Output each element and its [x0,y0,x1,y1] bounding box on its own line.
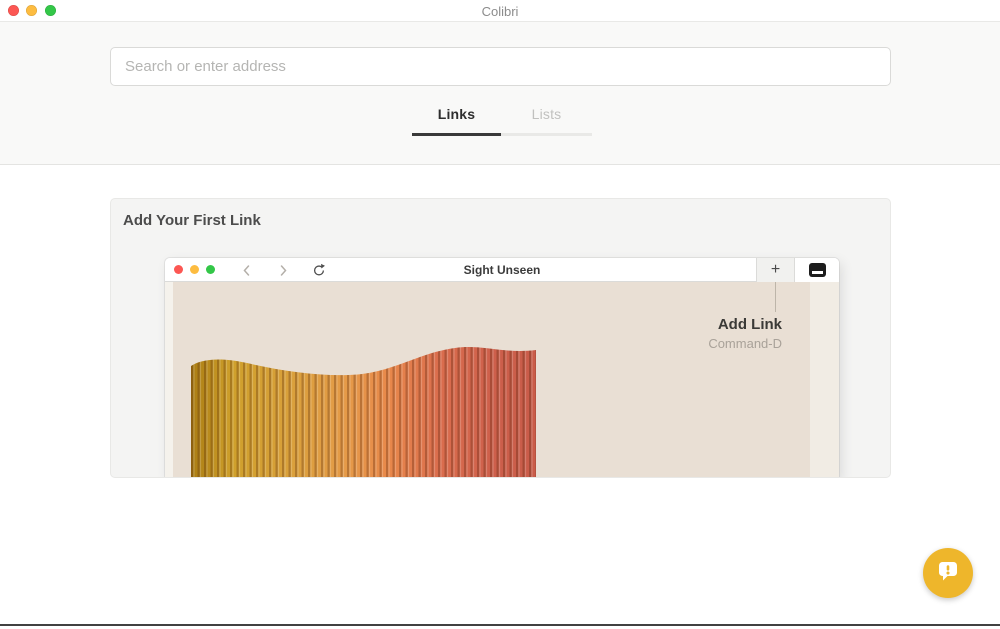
tab-links[interactable]: Links [412,106,501,136]
bottom-bar-window-icon [809,263,826,277]
preview-page-content: Add Link Command-D [165,282,839,478]
card-title: Add Your First Link [123,212,261,229]
links-panel-button [795,258,839,282]
sight-unseen-preview-image [165,282,839,478]
browser-preview-toolbar: Sight Unseen + [165,258,839,282]
hint-leader-line [775,282,776,312]
hint-title: Add Link [708,316,782,333]
tab-bar: Links Lists [412,106,592,136]
tab-lists-label: Lists [501,106,592,133]
add-link-plus-button: + [756,258,795,282]
preview-page-title: Sight Unseen [165,263,839,277]
preview-toolbar-right: + [756,258,839,282]
add-first-link-card: Add Your First Link [110,198,891,478]
tab-links-label: Links [412,106,501,133]
main-content: Add Your First Link [0,165,1000,629]
tab-lists-underline [501,133,592,136]
hint-shortcut: Command-D [708,336,782,351]
colibri-window: Colibri Links Lists Add Your First Link [0,0,1000,629]
speech-bubble-exclamation-icon [936,559,960,587]
titlebar: Colibri [0,0,1000,22]
feedback-button[interactable] [923,548,973,598]
header-section: Links Lists [0,22,1000,165]
window-title: Colibri [0,4,1000,19]
tab-links-underline [412,133,501,136]
screen-bottom-edge [0,624,1000,626]
tab-lists[interactable]: Lists [501,106,592,136]
add-link-hint: Add Link Command-D [708,316,782,351]
browser-preview-window: Sight Unseen + [165,258,839,478]
search-input[interactable] [110,47,891,86]
